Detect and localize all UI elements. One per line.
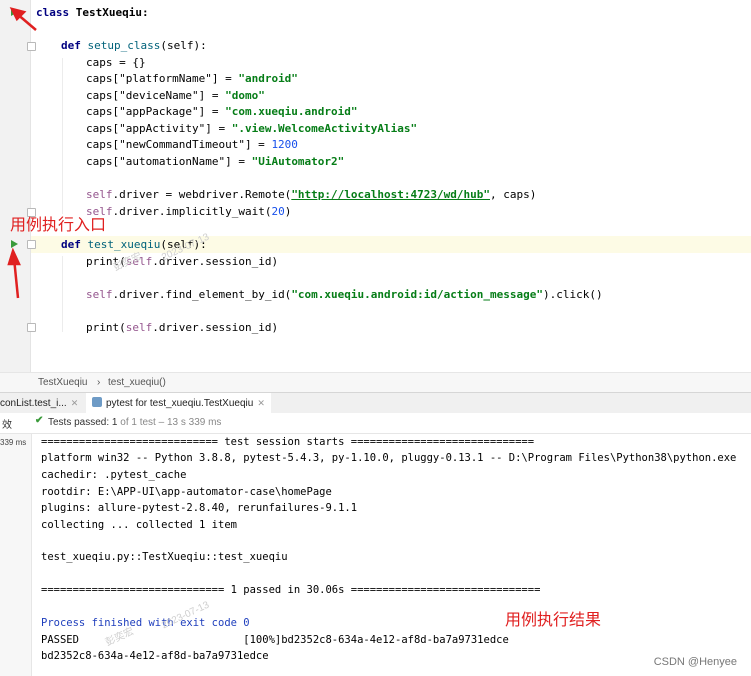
annotation-arrows <box>7 7 37 299</box>
annotation-entry-label: 用例执行入口 <box>10 217 107 234</box>
annotation-result-label: 用例执行结果 <box>505 612 602 629</box>
csdn-footer: CSDN @Henyee <box>653 656 737 668</box>
arrowhead <box>7 247 21 266</box>
